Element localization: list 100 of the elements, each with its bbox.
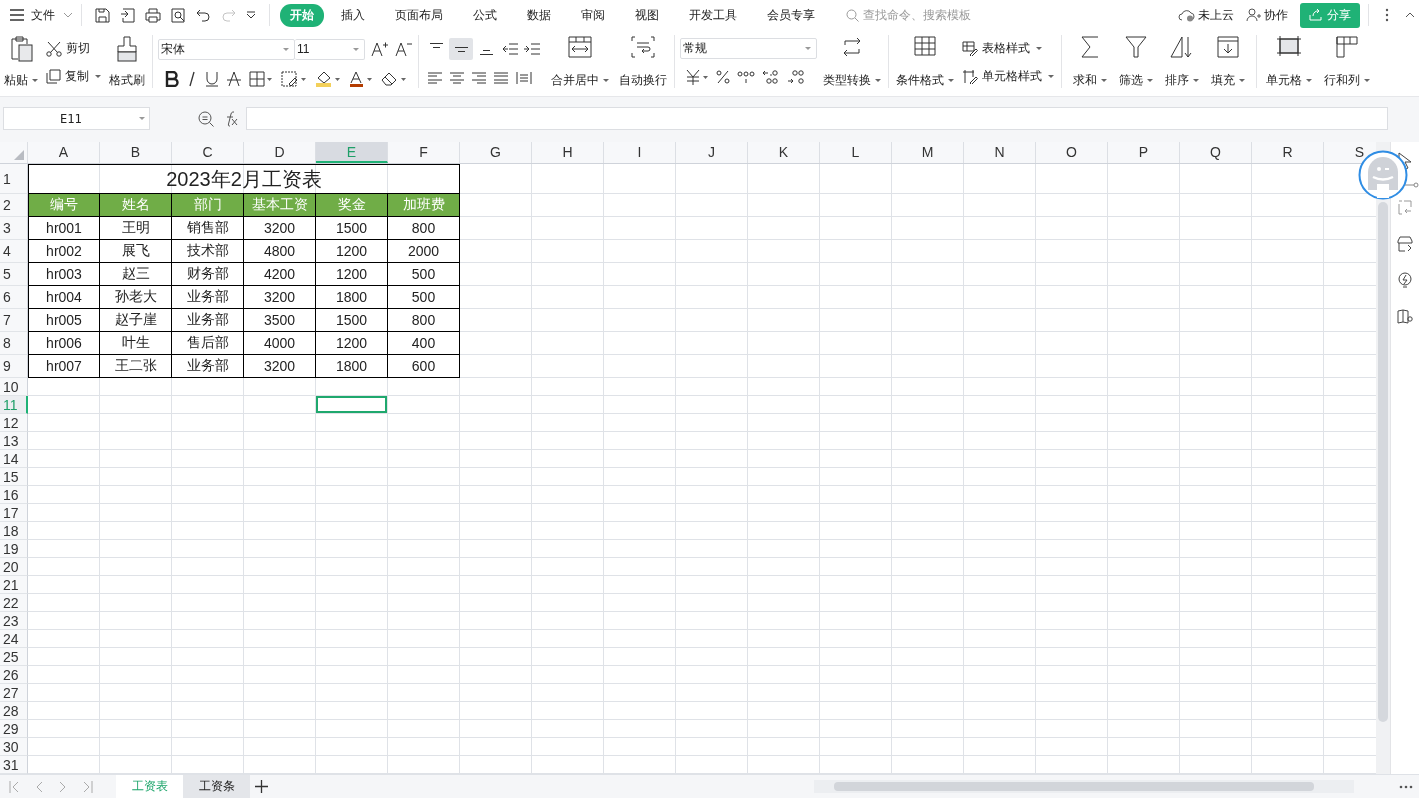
row-header[interactable]: 17 xyxy=(0,504,28,522)
row-header[interactable]: 2 xyxy=(0,194,28,217)
cell-button[interactable]: 单元格 xyxy=(1260,33,1318,96)
collaborate-button[interactable]: 协作 xyxy=(1246,6,1288,24)
row-header[interactable]: 27 xyxy=(0,684,28,702)
format-painter-button[interactable]: 格式刷 xyxy=(105,33,149,96)
column-header[interactable]: O xyxy=(1036,142,1108,163)
row-header[interactable]: 20 xyxy=(0,558,28,576)
fill-color-icon[interactable] xyxy=(315,70,341,87)
row-header[interactable]: 24 xyxy=(0,630,28,648)
fill-button[interactable]: 填充 xyxy=(1205,33,1251,96)
column-header[interactable]: I xyxy=(604,142,676,163)
vertical-scrollbar[interactable] xyxy=(1376,142,1390,774)
row-header[interactable]: 13 xyxy=(0,432,28,450)
row-header[interactable]: 25 xyxy=(0,648,28,666)
column-header[interactable]: L xyxy=(820,142,892,163)
row-header[interactable]: 19 xyxy=(0,540,28,558)
cell-style-button[interactable]: 单元格样式 xyxy=(962,67,1054,85)
ribbon-tab[interactable]: 会员专享 xyxy=(754,3,828,27)
decrease-decimal-icon[interactable] xyxy=(787,69,805,85)
eraser-icon[interactable] xyxy=(381,70,407,87)
column-header[interactable]: K xyxy=(748,142,820,163)
row-header[interactable]: 6 xyxy=(0,286,28,309)
column-header[interactable]: P xyxy=(1108,142,1180,163)
search-field[interactable]: 查找命令、搜索模板 xyxy=(863,8,993,22)
underline-icon[interactable] xyxy=(205,70,219,87)
merge-center-button[interactable]: 合并居中 xyxy=(547,33,613,96)
row-header[interactable]: 8 xyxy=(0,332,28,355)
row-header[interactable]: 1 xyxy=(0,164,28,194)
ribbon-tab[interactable]: 页面布局 xyxy=(382,3,456,27)
save-icon[interactable] xyxy=(95,7,110,23)
scrollbar-thumb[interactable] xyxy=(834,782,1314,791)
thousands-separator-icon[interactable] xyxy=(737,70,755,84)
cut-button[interactable]: 剪切 xyxy=(46,40,101,58)
sort-button[interactable]: 排序 xyxy=(1159,33,1205,96)
increase-indent-icon[interactable] xyxy=(524,43,540,56)
row-header[interactable]: 31 xyxy=(0,756,28,774)
row-header[interactable]: 10 xyxy=(0,378,28,396)
strikethrough-icon[interactable] xyxy=(227,70,241,87)
column-header[interactable]: J xyxy=(676,142,748,163)
sheet-tab[interactable]: 工资条 xyxy=(183,775,250,798)
font-size-select[interactable]: 11 xyxy=(295,38,365,60)
ribbon-tab[interactable]: 公式 xyxy=(460,3,510,27)
row-header[interactable]: 12 xyxy=(0,414,28,432)
row-header[interactable]: 29 xyxy=(0,720,28,738)
column-header[interactable]: G xyxy=(460,142,532,163)
file-menu[interactable]: 文件 xyxy=(31,6,73,24)
book-icon[interactable] xyxy=(1397,309,1413,324)
column-header[interactable]: B xyxy=(100,142,172,163)
copy-button[interactable]: 复制 xyxy=(46,67,101,85)
conditional-format-button[interactable]: 条件格式 xyxy=(892,33,958,96)
add-sheet-icon[interactable] xyxy=(255,780,268,793)
row-header[interactable]: 30 xyxy=(0,738,28,756)
italic-icon[interactable] xyxy=(187,70,197,87)
row-header[interactable]: 4 xyxy=(0,240,28,263)
ribbon-tab[interactable]: 数据 xyxy=(514,3,564,27)
formula-input[interactable] xyxy=(246,107,1388,130)
row-header[interactable]: 16 xyxy=(0,486,28,504)
ribbon-tab[interactable]: 视图 xyxy=(622,3,672,27)
cloud-status-button[interactable]: 未上云 xyxy=(1178,6,1234,24)
vertical-align-button[interactable] xyxy=(449,38,473,61)
column-header[interactable]: F xyxy=(388,142,460,163)
row-header[interactable]: 9 xyxy=(0,355,28,378)
table-style-button[interactable]: 表格样式 xyxy=(962,40,1054,58)
justify-icon[interactable] xyxy=(494,71,508,84)
column-header[interactable]: A xyxy=(28,142,100,163)
column-header[interactable]: R xyxy=(1252,142,1324,163)
more-icon[interactable] xyxy=(1399,784,1413,789)
column-header[interactable]: C xyxy=(172,142,244,163)
font-color-icon[interactable] xyxy=(349,70,373,87)
name-box[interactable]: E11 xyxy=(3,107,150,130)
distributed-align-icon[interactable] xyxy=(516,70,532,85)
ribbon-tab[interactable]: 开发工具 xyxy=(676,3,750,27)
ribbon-tab[interactable]: 审阅 xyxy=(568,3,618,27)
more-icon[interactable] xyxy=(1385,8,1389,22)
rows-columns-button[interactable]: 行和列 xyxy=(1318,33,1376,96)
percent-icon[interactable] xyxy=(716,70,730,84)
column-header[interactable]: H xyxy=(532,142,604,163)
print-preview-icon[interactable] xyxy=(171,7,186,23)
bold-icon[interactable] xyxy=(165,70,179,87)
convert-type-button[interactable]: 类型转换 xyxy=(819,33,885,96)
menu-icon[interactable] xyxy=(10,9,24,21)
align-right-icon[interactable] xyxy=(472,71,486,84)
slider-icon[interactable] xyxy=(1405,182,1419,188)
cell-format-icon[interactable] xyxy=(281,70,307,87)
paste-button[interactable]: 粘贴 xyxy=(0,33,42,96)
row-header[interactable]: 5 xyxy=(0,263,28,286)
row-header[interactable]: 14 xyxy=(0,450,28,468)
decrease-font-size-icon[interactable] xyxy=(395,41,413,57)
decrease-indent-icon[interactable] xyxy=(502,43,518,56)
zoom-out-icon[interactable] xyxy=(198,111,214,127)
print-icon[interactable] xyxy=(145,7,161,23)
filter-button[interactable]: 筛选 xyxy=(1113,33,1159,96)
dropdown-icon[interactable] xyxy=(246,11,256,19)
row-header[interactable]: 23 xyxy=(0,612,28,630)
font-select[interactable]: 宋体 xyxy=(158,38,295,60)
lightning-bulb-icon[interactable] xyxy=(1398,272,1412,289)
row-header[interactable]: 22 xyxy=(0,594,28,612)
export-icon[interactable] xyxy=(120,7,135,23)
align-left-icon[interactable] xyxy=(428,71,442,84)
